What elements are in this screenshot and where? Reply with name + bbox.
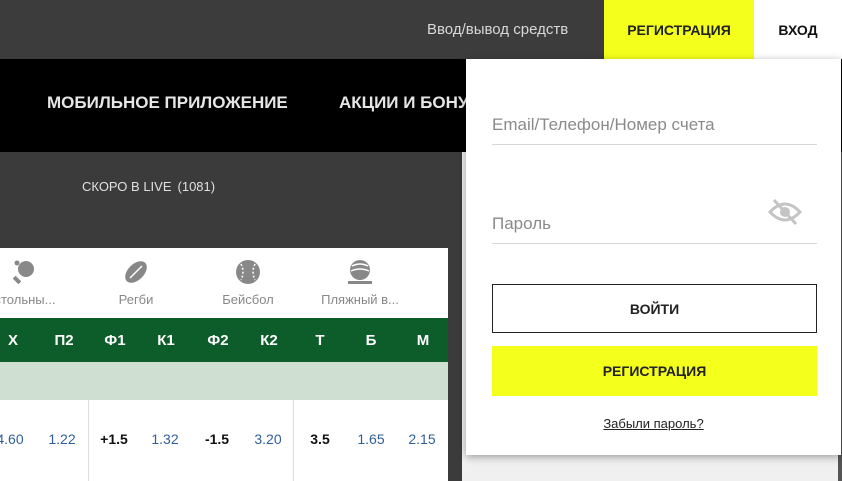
odds-cell[interactable]: 2.15 [397,431,447,447]
baseball-icon [236,260,260,284]
total-value: 3.5 [310,431,330,447]
forgot-password-link[interactable]: Забыли пароль? [466,416,841,431]
sport-label: Регби [118,292,154,307]
cell-divider [293,400,294,481]
column-header: Т [315,332,325,349]
sport-table-tennis[interactable]: стольны... [0,248,80,318]
column-header: Б [365,332,377,349]
sport-beach-volleyball[interactable]: Пляжный в... [305,248,415,318]
sports-strip: стольны... Регби Бейсбол Пляжный в... [0,248,448,318]
coming-live-count: (1081) [177,179,216,194]
handicap-value: +1.5 [100,431,128,447]
rugby-icon [125,261,147,283]
sport-baseball[interactable]: Бейсбол [193,248,303,318]
sport-rugby[interactable]: Регби [81,248,191,318]
column-header: К1 [157,332,175,349]
login-field[interactable] [492,105,817,145]
register-button[interactable]: РЕГИСТРАЦИЯ [492,346,817,396]
table-tennis-icon [12,260,34,284]
odds-cell[interactable]: 1.32 [140,431,190,447]
nav-item-mobile-app[interactable]: МОБИЛЬНОЕ ПРИЛОЖЕНИЕ [47,93,288,113]
top-bar: Ввод/вывод средств РЕГИСТРАЦИЯ ВХОД [0,0,842,59]
nav-item-promotions[interactable]: АКЦИИ И БОНУ [339,93,468,113]
column-header: М [416,332,430,349]
column-header: Х [7,332,18,349]
handicap-value: -1.5 [204,431,230,447]
sign-in-button[interactable]: ВОЙТИ [492,284,817,333]
deposit-withdraw-link[interactable]: Ввод/вывод средств [427,21,568,38]
hide-password-icon[interactable] [768,197,802,227]
table-row: 4.60 1.22 +1.5 1.32 -1.5 3.20 3.5 1.65 2… [0,400,448,481]
column-header: Ф2 [207,332,229,349]
login-popup: ВОЙТИ РЕГИСТРАЦИЯ Забыли пароль? [466,59,841,455]
odds-column-headers: Х П2 Ф1 К1 Ф2 К2 Т Б М [0,318,448,362]
column-header: К2 [260,332,278,349]
odds-cell[interactable]: 3.20 [243,431,293,447]
beach-volleyball-icon [348,260,372,284]
column-header: Ф1 [104,332,126,349]
coming-live-tab[interactable]: СКОРО В LIVE (1081) [82,179,215,194]
column-header: П2 [54,332,74,349]
odds-cell[interactable]: 1.22 [37,431,87,447]
live-section: СКОРО В LIVE (1081) стольны... Регби Бей… [0,152,462,481]
odds-cell[interactable]: 4.60 [0,431,35,447]
register-header-button[interactable]: РЕГИСТРАЦИЯ [604,0,754,59]
sport-label: Пляжный в... [321,292,399,307]
coming-live-label: СКОРО В LIVE [82,179,172,194]
league-band [0,362,448,400]
sport-label: стольны... [0,292,56,307]
sport-label: Бейсбол [222,292,274,307]
login-header-button[interactable]: ВХОД [754,0,842,59]
odds-cell[interactable]: 1.65 [346,431,396,447]
